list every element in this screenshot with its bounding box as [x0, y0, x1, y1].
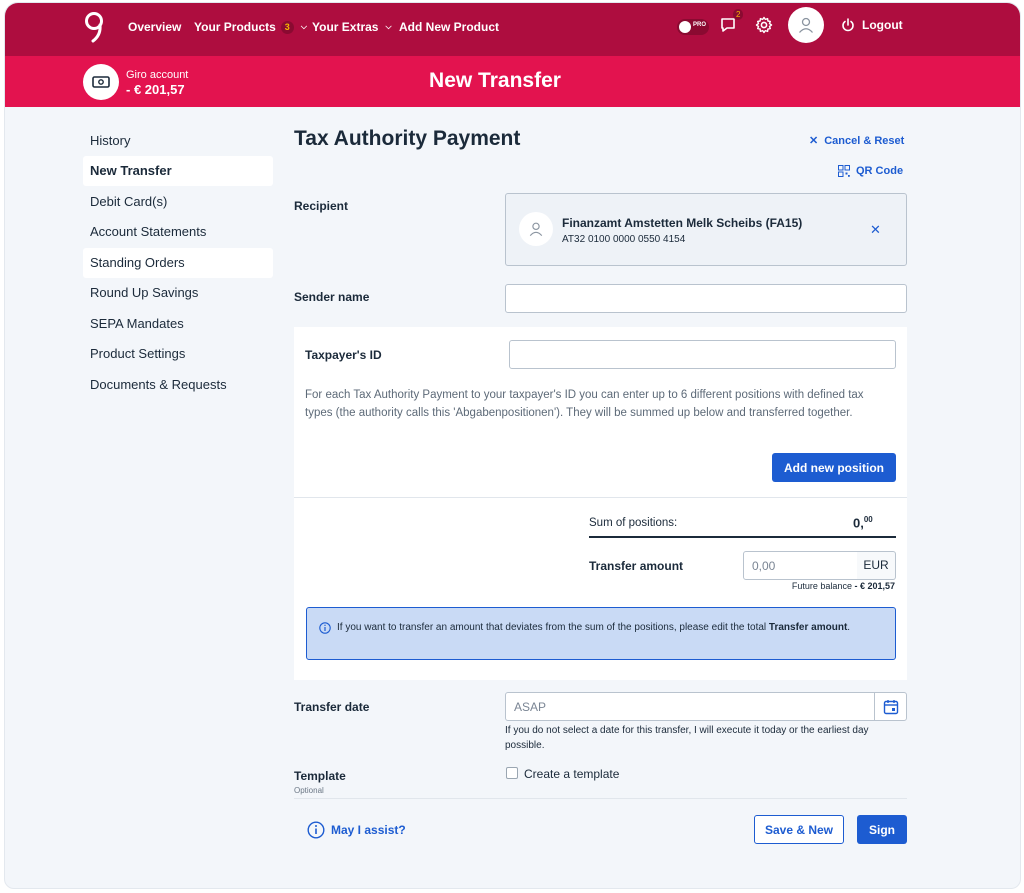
info-alert: If you want to transfer an amount that d… — [306, 607, 896, 660]
power-icon — [842, 18, 854, 32]
gear-icon — [755, 16, 773, 34]
settings-button[interactable] — [755, 16, 777, 38]
sidebar-item-standing-orders[interactable]: Standing Orders — [83, 248, 273, 278]
nav-overview[interactable]: Overview — [128, 20, 181, 34]
chevron-down-icon: ⌵ — [300, 22, 307, 31]
sign-button[interactable]: Sign — [857, 815, 907, 844]
logout-label: Logout — [862, 18, 903, 32]
toggle-knob — [679, 21, 691, 33]
sender-name-label: Sender name — [294, 290, 370, 304]
remove-recipient-close-icon[interactable]: ✕ — [870, 222, 881, 238]
info-text-pre: If you want to transfer an amount that d… — [337, 622, 769, 633]
sidebar-item-history[interactable]: History — [83, 126, 273, 156]
recipient-label: Recipient — [294, 199, 349, 213]
tax-positions-info: For each Tax Authority Payment to your t… — [305, 389, 864, 419]
template-optional-label: Optional — [294, 786, 324, 795]
products-count-badge: 3 — [280, 20, 294, 34]
sender-name-input[interactable] — [505, 284, 907, 313]
nav-your-extras[interactable]: Your Extras ⌵ — [312, 20, 392, 34]
bank-logo-icon[interactable] — [83, 11, 105, 43]
cancel-reset-button[interactable]: ✕ Cancel & Reset — [809, 134, 905, 148]
sidebar-item-sepa-mandates[interactable]: SEPA Mandates — [83, 309, 273, 339]
chevron-down-icon: ⌵ — [385, 22, 392, 31]
user-icon — [799, 17, 813, 33]
nav-add-new-product[interactable]: Add New Product — [399, 20, 499, 34]
form-title: Tax Authority Payment — [294, 127, 521, 150]
app-frame: Overview Your Products 3 ⌵ Your Extras ⌵… — [4, 2, 1021, 889]
close-icon: ✕ — [809, 135, 819, 147]
cancel-reset-label: Cancel & Reset — [824, 134, 905, 147]
panel-divider — [294, 497, 907, 498]
sum-of-positions-value: 0,00 — [853, 515, 873, 530]
sum-of-positions-label: Sum of positions: — [589, 517, 678, 529]
pro-label: PRO — [693, 22, 707, 28]
qr-code-button[interactable]: QR Code — [838, 165, 903, 177]
messages-count-badge: 2 — [733, 9, 744, 20]
may-i-assist-label: May I assist? — [331, 823, 406, 837]
recipient-name: Finanzamt Amstetten Melk Scheibs (FA15) — [562, 216, 803, 230]
sidebar-item-new-transfer[interactable]: New Transfer — [83, 156, 273, 186]
future-balance-value: - € 201,57 — [854, 581, 895, 591]
sidebar-item-round-up-savings[interactable]: Round Up Savings — [83, 278, 273, 308]
info-text-bold: Transfer amount — [768, 622, 848, 633]
future-balance-label: Future balance — [791, 581, 852, 591]
nav-your-products[interactable]: Your Products 3 ⌵ — [194, 20, 307, 34]
user-avatar-button[interactable] — [788, 7, 824, 43]
add-new-position-button[interactable]: Add new position — [772, 453, 896, 482]
info-text-post: . — [847, 622, 851, 633]
recipient-card[interactable]: Finanzamt Amstetten Melk Scheibs (FA15) … — [505, 193, 907, 266]
template-label: Template — [294, 769, 346, 783]
info-icon — [307, 821, 325, 839]
qr-code-icon — [838, 165, 850, 177]
currency-addon: EUR — [857, 551, 896, 580]
transfer-date-help: If you do not select a date for this tra… — [505, 725, 869, 751]
sub-header: Giro account - € 201,57 New Transfer — [5, 56, 1020, 107]
sidebar-item-debit-cards[interactable]: Debit Card(s) — [83, 187, 273, 217]
logout-button[interactable]: Logout — [841, 18, 903, 32]
transfer-date-input[interactable] — [505, 692, 875, 721]
sidebar-item-documents-requests[interactable]: Documents & Requests — [83, 370, 273, 400]
taxpayer-id-input[interactable] — [509, 340, 896, 369]
create-template-label[interactable]: Create a template — [524, 767, 619, 781]
sum-underline — [589, 536, 896, 538]
pro-toggle[interactable]: PRO — [677, 19, 709, 35]
nav-add-new-product-label: Add New Product — [399, 20, 500, 34]
nav-your-products-label: Your Products — [194, 20, 276, 34]
user-icon — [529, 222, 543, 237]
nav-your-extras-label: Your Extras — [312, 20, 379, 34]
create-template-checkbox[interactable] — [506, 767, 518, 779]
sum-value-int: 0, — [853, 515, 864, 531]
future-balance: Future balance - € 201,57 — [705, 581, 895, 591]
info-icon — [319, 622, 331, 634]
info-alert-text: If you want to transfer an amount that d… — [337, 620, 877, 635]
taxpayer-id-label: Taxpayer's ID — [305, 348, 382, 362]
transfer-amount-input[interactable] — [743, 551, 858, 580]
nav-overview-label: Overview — [128, 20, 182, 34]
transfer-date-label: Transfer date — [294, 700, 370, 714]
sidebar-item-account-statements[interactable]: Account Statements — [83, 217, 273, 247]
recipient-avatar — [519, 212, 553, 246]
sidebar-item-product-settings[interactable]: Product Settings — [83, 339, 273, 369]
top-navbar: Overview Your Products 3 ⌵ Your Extras ⌵… — [5, 3, 1020, 56]
page-title: New Transfer — [429, 69, 561, 92]
transfer-amount-label: Transfer amount — [589, 559, 684, 573]
recipient-iban: AT32 0100 0000 0550 4154 — [562, 234, 686, 245]
date-picker-button[interactable] — [874, 692, 907, 721]
qr-code-label: QR Code — [856, 165, 904, 177]
sum-value-dec: 00 — [863, 515, 873, 524]
footer-divider — [294, 798, 907, 799]
may-i-assist-button[interactable]: May I assist? — [307, 821, 406, 839]
save-and-new-button[interactable]: Save & New — [754, 815, 844, 844]
calendar-icon — [883, 699, 898, 714]
